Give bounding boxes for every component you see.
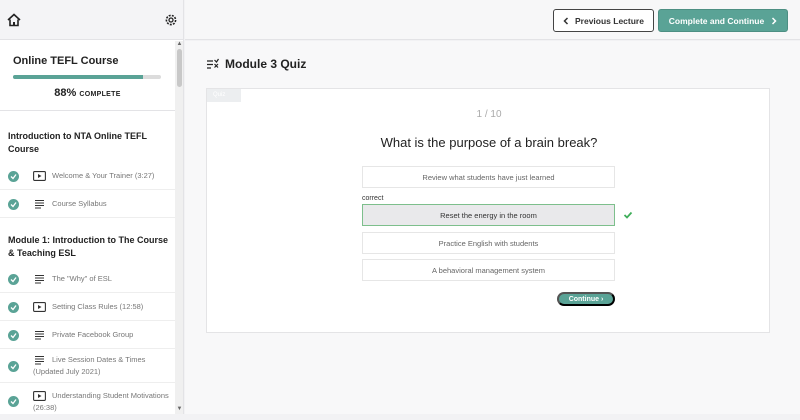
lesson-label: Live Session Dates & Times [52,355,146,364]
progress-percent: 88% [54,87,77,99]
completed-check-icon [8,330,19,341]
previous-lecture-button[interactable]: Previous Lecture [553,9,654,32]
completed-check-icon [8,171,19,182]
scrollbar-thumb[interactable] [177,49,182,87]
lesson-label-line2: (26:38) [33,403,57,412]
lesson-label: Private Facebook Group [52,330,134,339]
scroll-up-arrow-icon[interactable]: ▲ [176,41,183,47]
gear-icon[interactable] [163,12,179,28]
course-title: Online TEFL Course [13,55,119,67]
lesson-item[interactable]: Understanding Student Motivations (26:38… [0,384,175,414]
continue-button[interactable]: Continue › [557,292,615,306]
answer-option[interactable]: Review what students have just learned [362,166,615,188]
lesson-item[interactable]: Course Syllabus [0,190,175,218]
lecture-content: Module 3 Quiz Quiz 1 / 10 What is the pu… [185,41,800,414]
sidebar-scrollbar[interactable]: ▲ ▼ [175,41,183,414]
complete-and-continue-button[interactable]: Complete and Continue [658,9,788,32]
lesson-item[interactable]: Setting Class Rules (12:58) [0,293,175,321]
quiz-tag: Quiz [207,89,241,102]
app-window: Online TEFL Course 88% COMPLETE Introduc… [0,0,800,420]
quiz-checklist-icon [207,58,219,69]
section-title: Module 1: Introduction to The Course & T… [8,235,168,258]
text-lines-icon [35,330,44,340]
completed-check-icon [8,396,19,407]
question-text: What is the purpose of a brain break? [380,135,598,150]
completed-check-icon [8,199,19,210]
course-progress-box: Online TEFL Course 88% COMPLETE [0,41,175,111]
lesson-item[interactable]: The "Why" of ESL [0,265,175,293]
lesson-label-line2: (Updated July 2021) [33,367,101,376]
lesson-label: The "Why" of ESL [52,274,112,283]
lesson-item[interactable]: Welcome & Your Trainer (3:27) [0,162,175,190]
video-icon [33,302,46,312]
progress-text: 88% COMPLETE [0,87,175,99]
course-progress-bar [13,75,161,79]
question-counter: 1 / 10 [476,109,502,120]
complete-and-continue-label: Complete and Continue [668,15,765,26]
home-icon[interactable] [6,12,22,28]
sidebar-toolbar [0,0,183,40]
correct-check-icon [623,211,633,219]
video-icon [33,171,46,181]
correct-label: correct [362,195,384,202]
lesson-label: Welcome & Your Trainer (3:27) [52,171,155,180]
lesson-label: Setting Class Rules (12:58) [52,302,144,311]
completed-check-icon [8,302,19,313]
lecture-header: Previous Lecture Complete and Continue [185,0,800,40]
text-lines-icon [35,274,44,284]
answer-option[interactable]: Practice English with students [362,232,615,254]
lesson-item[interactable]: Private Facebook Group [0,321,175,349]
page-title: Module 3 Quiz [225,57,307,71]
previous-lecture-label: Previous Lecture [575,15,644,26]
progress-label: COMPLETE [79,91,121,98]
section-title: Introduction to NTA Online TEFL Course [8,131,147,154]
completed-check-icon [8,361,19,372]
lesson-label: Course Syllabus [52,199,107,208]
scroll-down-arrow-icon[interactable]: ▼ [176,406,183,412]
video-icon [33,391,46,401]
lesson-item[interactable]: Live Session Dates & Times (Updated July… [0,349,175,383]
completed-check-icon [8,274,19,285]
text-lines-icon [35,199,44,209]
quiz-card: Quiz 1 / 10 What is the purpose of a bra… [206,88,770,333]
lesson-label: Understanding Student Motivations [52,391,169,400]
course-sidebar: Online TEFL Course 88% COMPLETE Introduc… [0,0,184,414]
chevron-right-icon [772,16,777,25]
progress-fill [13,75,144,79]
answer-option[interactable]: A behavioral management system [362,259,615,281]
answer-option-selected[interactable]: Reset the energy in the room [362,204,615,226]
chevron-left-icon [563,16,569,25]
text-lines-icon [35,355,44,365]
